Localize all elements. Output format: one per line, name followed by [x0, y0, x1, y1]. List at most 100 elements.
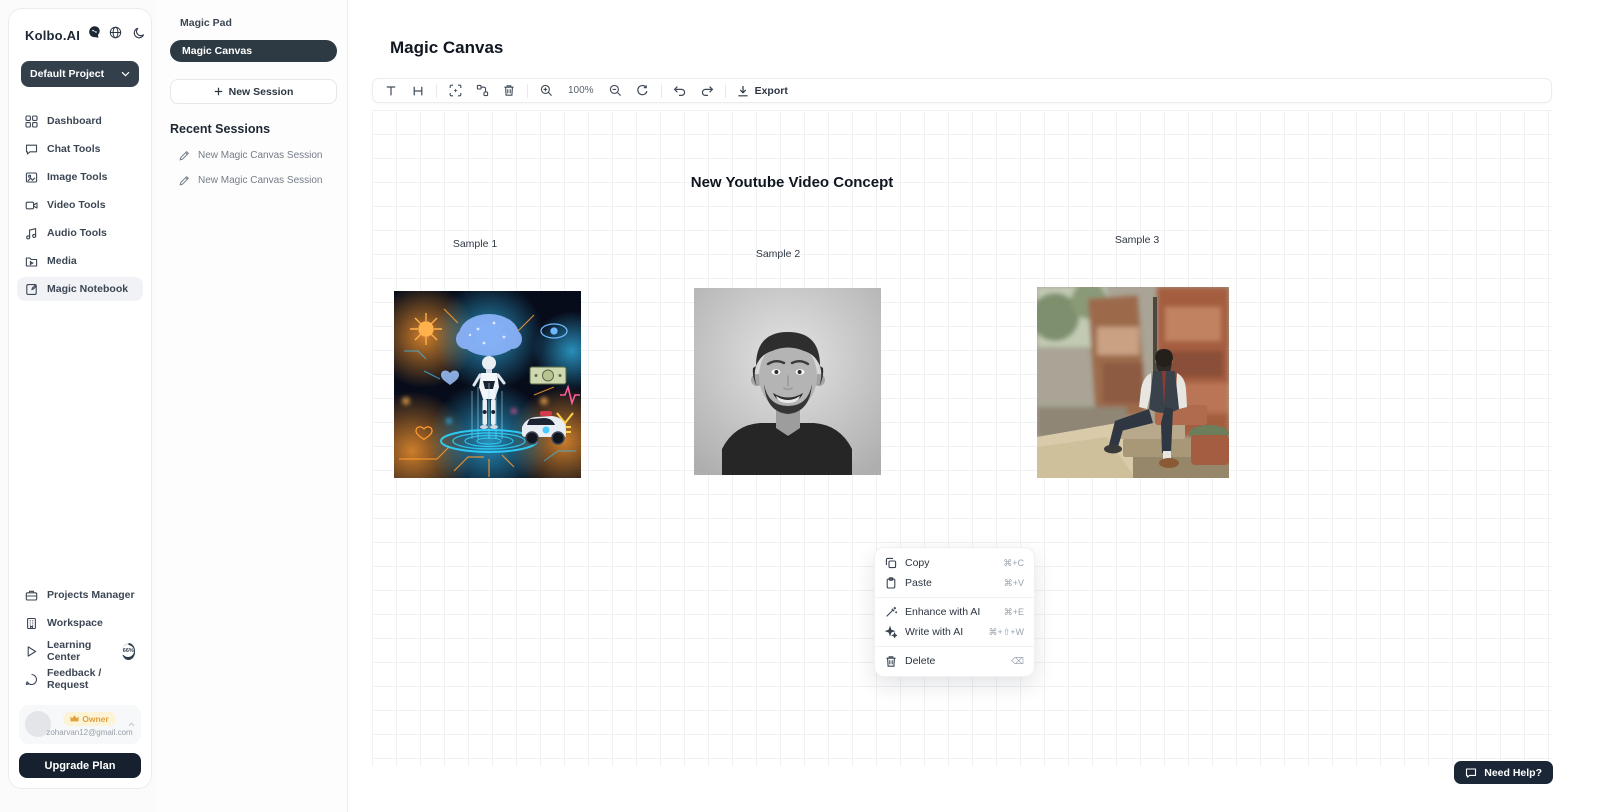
menu-divider — [875, 597, 1034, 598]
sidebar-item-label: Video Tools — [47, 199, 106, 211]
zoom-out-button[interactable] — [607, 82, 625, 100]
session-item-label: New Magic Canvas Session — [198, 150, 323, 161]
upgrade-plan-button[interactable]: Upgrade Plan — [19, 753, 141, 778]
sidebar-item-video-tools[interactable]: Video Tools — [17, 193, 143, 217]
ai-select-icon — [449, 84, 462, 97]
sidebar-item-label: Projects Manager — [47, 589, 135, 601]
brand-row: Kolbo.AI — [17, 23, 143, 45]
zoom-in-icon — [540, 84, 553, 97]
sidebar: Kolbo.AI Default Project Dashboard Chat … — [8, 8, 152, 789]
sidebar-item-chat-tools[interactable]: Chat Tools — [17, 137, 143, 161]
shortcut: ⌫ — [1011, 656, 1024, 667]
menu-divider — [875, 646, 1034, 647]
learning-progress-badge: 66% — [122, 643, 135, 660]
brand-logo-text: Kolbo.AI — [25, 28, 80, 43]
plus-icon — [214, 87, 223, 96]
context-menu-item-delete[interactable]: Delete ⌫ — [875, 651, 1034, 671]
sidebar-item-label: Media — [47, 255, 77, 267]
need-help-button[interactable]: Need Help? — [1454, 761, 1553, 784]
sidebar-item-label: Chat Tools — [47, 143, 100, 155]
chevron-down-icon — [121, 71, 130, 77]
context-menu-item-enhance-with-ai[interactable]: Enhance with AI ⌘+E — [875, 602, 1034, 622]
sidebar-item-media[interactable]: Media — [17, 249, 143, 273]
sidebar-item-dashboard[interactable]: Dashboard — [17, 109, 143, 133]
new-session-label: New Session — [229, 86, 294, 98]
sidebar-item-label: Dashboard — [47, 115, 102, 127]
sample-3-image[interactable] — [1037, 287, 1229, 478]
brand-head-icon — [87, 25, 102, 45]
flow-connector-tool-button[interactable] — [473, 82, 491, 100]
sample-2-label[interactable]: Sample 2 — [756, 248, 800, 260]
new-session-button[interactable]: New Session — [170, 79, 337, 104]
sidebar-item-label: Feedback / Request — [47, 667, 135, 691]
notebook-icon — [25, 283, 38, 296]
sidebar-item-magic-notebook[interactable]: Magic Notebook — [17, 277, 143, 301]
delete-tool-button[interactable] — [500, 82, 518, 100]
sidebar-item-label: Workspace — [47, 617, 103, 629]
text-icon — [385, 85, 397, 97]
context-menu-item-paste[interactable]: Paste ⌘+V — [875, 573, 1034, 593]
redo-button[interactable] — [698, 82, 716, 100]
panel-item-magic-canvas[interactable]: Magic Canvas — [170, 40, 337, 62]
sample-1-image[interactable] — [394, 291, 581, 478]
export-label: Export — [755, 85, 788, 97]
sidebar-item-projects-manager[interactable]: Projects Manager — [17, 583, 143, 607]
sidebar-item-workspace[interactable]: Workspace — [17, 611, 143, 635]
copy-icon — [885, 557, 897, 569]
session-item[interactable]: New Magic Canvas Session — [170, 175, 337, 186]
reset-view-button[interactable] — [634, 82, 652, 100]
pencil-icon — [179, 150, 190, 161]
recent-sessions-heading: Recent Sessions — [170, 122, 337, 136]
shortcut: ⌘+C — [1003, 558, 1024, 569]
language-globe-icon[interactable] — [109, 26, 122, 44]
zoom-in-button[interactable] — [537, 82, 555, 100]
sidebar-item-learning-center[interactable]: Learning Center 66% — [17, 639, 143, 663]
export-button[interactable]: Export — [735, 85, 790, 97]
rotate-reset-icon — [636, 84, 649, 97]
need-help-label: Need Help? — [1484, 767, 1542, 779]
ai-select-tool-button[interactable] — [446, 82, 464, 100]
chevron-up-icon — [128, 722, 135, 727]
sidebar-item-audio-tools[interactable]: Audio Tools — [17, 221, 143, 245]
main-area: Magic Canvas 100% — [348, 0, 1600, 812]
session-item-label: New Magic Canvas Session — [198, 175, 323, 186]
undo-button[interactable] — [671, 82, 689, 100]
panel-item-magic-pad[interactable]: Magic Pad — [170, 14, 337, 32]
session-item[interactable]: New Magic Canvas Session — [170, 150, 337, 161]
context-menu: Copy ⌘+C Paste ⌘+V Enhance with AI ⌘+E W… — [874, 547, 1035, 677]
play-icon — [25, 645, 38, 658]
download-icon — [737, 85, 749, 97]
sample-3-label[interactable]: Sample 3 — [1115, 234, 1159, 246]
zoom-level[interactable]: 100% — [564, 85, 598, 96]
enhance-wand-icon — [885, 606, 897, 618]
zoom-out-icon — [609, 84, 622, 97]
trash-icon — [503, 84, 515, 97]
dark-mode-moon-icon[interactable] — [133, 26, 145, 44]
undo-icon — [673, 85, 687, 96]
text-tool-button[interactable] — [382, 82, 400, 100]
sidebar-item-label: Magic Notebook — [47, 283, 128, 295]
page-title: Magic Canvas — [390, 38, 503, 58]
feedback-icon — [25, 673, 38, 686]
heading-tool-button[interactable] — [409, 82, 427, 100]
sidebar-item-feedback[interactable]: Feedback / Request — [17, 667, 143, 691]
context-menu-item-write-with-ai[interactable]: Write with AI ⌘+⇧+W — [875, 622, 1034, 642]
user-email: zoharvan12@gmail.com — [46, 728, 132, 737]
user-card[interactable]: Owner zoharvan12@gmail.com — [19, 705, 141, 744]
heading-icon — [412, 85, 424, 97]
image-icon — [25, 171, 38, 184]
trash-icon — [885, 655, 897, 668]
redo-icon — [700, 85, 714, 96]
sample-2-image[interactable] — [694, 288, 881, 475]
project-selector[interactable]: Default Project — [21, 61, 139, 87]
project-selector-label: Default Project — [30, 68, 104, 80]
context-menu-item-copy[interactable]: Copy ⌘+C — [875, 553, 1034, 573]
briefcase-icon — [25, 589, 38, 602]
pencil-icon — [179, 175, 190, 186]
sidebar-item-label: Learning Center — [47, 639, 111, 663]
sidebar-nav: Dashboard Chat Tools Image Tools Video T… — [17, 109, 143, 301]
canvas-heading[interactable]: New Youtube Video Concept — [691, 174, 894, 191]
canvas-toolbar: 100% Export — [372, 78, 1552, 103]
sample-1-label[interactable]: Sample 1 — [453, 238, 497, 250]
sidebar-item-image-tools[interactable]: Image Tools — [17, 165, 143, 189]
